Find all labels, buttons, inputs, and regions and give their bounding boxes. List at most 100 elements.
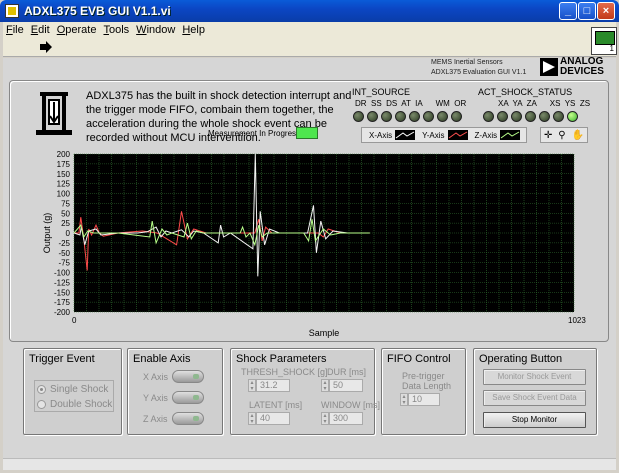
waveform-graph[interactable]: 2001751501251007550250-25-50-75-100-125-… — [40, 148, 600, 340]
menu-bar: File Edit Operate Tools Window Help — [3, 22, 616, 39]
x-axis-label: Sample — [309, 328, 340, 338]
legend-y[interactable]: Y-Axis — [422, 130, 468, 140]
act-shock-led-4 — [539, 111, 550, 122]
shock-parameters-title: Shock Parameters — [236, 353, 327, 365]
graph-palette: ✛ ⚲ ✋ — [540, 127, 588, 143]
y-tick-label: -150 — [54, 288, 71, 297]
pre-trigger-label: Pre-trigger — [402, 371, 445, 381]
fifo-control-title: FIFO Control — [387, 353, 451, 365]
shock-device-icon — [36, 92, 72, 135]
y-tick-label: 150 — [57, 170, 71, 179]
radio-dot-selected — [37, 385, 46, 394]
latent-label: LATENT [ms] — [249, 400, 303, 410]
y-tick-label: 75 — [61, 199, 70, 208]
spin-arrows-icon[interactable]: ▴ ▾ — [321, 378, 329, 392]
spin-arrows-icon[interactable]: ▴ ▾ — [400, 392, 408, 406]
int-source-led-6 — [437, 111, 448, 122]
act-shock-led-0 — [483, 111, 494, 122]
y-axis-label: Output (g) — [42, 213, 52, 254]
window-label: WINDOW [ms] — [321, 400, 380, 410]
int-source-led-1 — [367, 111, 378, 122]
int-source-title: INT_SOURCE — [352, 87, 411, 97]
window-titlebar: ADXL375 EVB GUI V1.1.vi _ □ × — [0, 0, 619, 22]
horizontal-scrollbar[interactable] — [3, 458, 616, 470]
x-tick-label: 0 — [72, 316, 77, 325]
x-axis-toggle[interactable] — [172, 370, 204, 383]
thresh-shock-input[interactable]: ▴ ▾ 31.2 — [248, 378, 290, 392]
dur-label: DUR [ms] — [327, 367, 366, 377]
dur-input[interactable]: ▴ ▾ 50 — [321, 378, 363, 392]
brand-caption: MEMS Inertial Sensors ADXL375 Evaluation… — [431, 59, 527, 76]
menu-item-2[interactable]: Operate — [54, 22, 101, 36]
y-tick-label: 100 — [57, 190, 71, 199]
x-tick-label: 1023 — [568, 316, 586, 325]
analog-devices-logo-icon — [540, 58, 558, 76]
measurement-led — [296, 127, 318, 139]
toolbar — [3, 39, 616, 57]
y-tick-label: -175 — [54, 298, 71, 307]
latent-input[interactable]: ▴ ▾ 40 — [248, 411, 290, 425]
vi-connector-icon: 1 — [591, 27, 617, 55]
act-shock-led-5 — [553, 111, 564, 122]
y-tick-label: -200 — [54, 308, 71, 317]
act-shock-led-6 — [567, 111, 578, 122]
y-tick-label: 200 — [57, 150, 71, 159]
legend-z[interactable]: Z-Axis — [475, 130, 521, 140]
plot-legend[interactable]: X-Axis Y-Axis Z-Axis — [361, 127, 527, 143]
act-shock-led-2 — [511, 111, 522, 122]
y-tick-label: -50 — [58, 249, 70, 258]
z-axis-label: Z Axis — [143, 414, 168, 424]
y-tick-label: -100 — [54, 269, 71, 278]
maximize-button[interactable]: □ — [578, 2, 596, 20]
labview-vi-icon — [5, 4, 19, 18]
stop-monitor-button[interactable]: Stop Monitor — [483, 412, 586, 428]
menu-item-4[interactable]: Window — [133, 22, 179, 36]
legend-x[interactable]: X-Axis — [369, 130, 416, 140]
x-axis-label: X Axis — [143, 372, 169, 382]
menu-item-3[interactable]: Tools — [100, 22, 133, 36]
pan-hand-icon[interactable]: ✋ — [572, 130, 584, 141]
window-input[interactable]: ▴ ▾ 300 — [321, 411, 363, 425]
zoom-icon[interactable]: ⚲ — [558, 130, 565, 141]
act-shock-led-3 — [525, 111, 536, 122]
int-source-led-3 — [395, 111, 406, 122]
analog-devices-wordmark: ANALOG DEVICES — [560, 56, 604, 77]
act-shock-status-leds — [483, 111, 578, 122]
legend-x-swatch — [395, 130, 416, 140]
double-shock-radio[interactable]: Double Shock — [37, 399, 112, 410]
menu-item-0[interactable]: File — [3, 22, 28, 36]
y-axis-toggle[interactable] — [172, 391, 204, 404]
save-shock-event-data-button[interactable]: Save Shock Event Data — [483, 390, 586, 406]
run-arrow-icon[interactable] — [39, 40, 53, 54]
single-shock-radio[interactable]: Single Shock — [37, 384, 108, 395]
enable-axis-title: Enable Axis — [133, 353, 191, 365]
data-length-label: Data Length — [402, 381, 452, 391]
legend-z-swatch — [500, 130, 521, 140]
pre-trigger-input[interactable]: ▴ ▾ 10 — [400, 392, 440, 406]
window-title: ADXL375 EVB GUI V1.1.vi — [24, 4, 171, 18]
minimize-button[interactable]: _ — [559, 2, 577, 20]
menu-item-5[interactable]: Help — [179, 22, 209, 36]
cursor-crosshair-icon[interactable]: ✛ — [544, 130, 552, 141]
y-tick-label: 50 — [61, 209, 70, 218]
y-tick-label: -75 — [58, 259, 70, 268]
y-tick-label: 175 — [57, 160, 71, 169]
spin-arrows-icon[interactable]: ▴ ▾ — [248, 378, 256, 392]
z-axis-toggle[interactable] — [172, 412, 204, 425]
int-source-led-7 — [451, 111, 462, 122]
trigger-event-title: Trigger Event — [29, 353, 95, 365]
monitor-shock-event-button[interactable]: Monitor Shock Event — [483, 369, 586, 385]
spin-arrows-icon[interactable]: ▴ ▾ — [248, 411, 256, 425]
int-source-led-0 — [353, 111, 364, 122]
y-tick-label: -125 — [54, 278, 71, 287]
y-tick-label: -25 — [58, 239, 70, 248]
int-source-led-5 — [423, 111, 434, 122]
spin-arrows-icon[interactable]: ▴ ▾ — [321, 411, 329, 425]
close-button[interactable]: × — [597, 2, 615, 20]
thresh-shock-label: THRESH_SHOCK [g] — [241, 367, 328, 377]
int-source-labels: DR SS DS AT IA WM OR — [355, 99, 467, 108]
y-tick-label: 0 — [66, 229, 71, 238]
menu-item-1[interactable]: Edit — [28, 22, 54, 36]
y-tick-label: 125 — [57, 180, 71, 189]
int-source-led-2 — [381, 111, 392, 122]
